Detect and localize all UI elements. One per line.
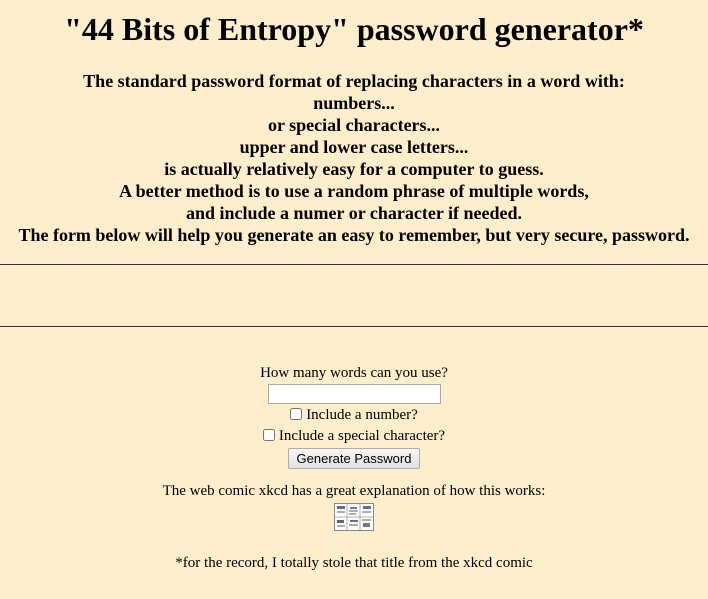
xkcd-explanation-text: The web comic xkcd has a great explanati… — [162, 483, 546, 499]
intro-line: and include a numer or character if need… — [186, 203, 522, 223]
word-count-input[interactable] — [267, 384, 441, 404]
intro-line: The standard password format of replacin… — [83, 71, 625, 91]
words-label: How many words can you use? — [260, 365, 448, 381]
intro-line: upper and lower case letters... — [239, 137, 469, 157]
intro-line: or special characters... — [267, 115, 441, 135]
intro-line: The form below will help you generate an… — [18, 225, 690, 245]
intro-text: The standard password format of replacin… — [0, 70, 708, 246]
include-number-label: Include a number? — [306, 407, 418, 423]
generate-password-button[interactable]: Generate Password — [287, 448, 421, 469]
intro-line: numbers... — [313, 93, 395, 113]
include-special-checkbox[interactable] — [262, 429, 275, 441]
password-form: How many words can you use? Include a nu… — [0, 364, 708, 469]
include-special-label: Include a special character? — [278, 428, 446, 444]
page-title: "44 Bits of Entropy" password generator* — [64, 11, 644, 47]
footer-note: *for the record, I totally stole that ti… — [175, 555, 533, 571]
include-number-row: Include a number? — [0, 405, 708, 425]
page: "44 Bits of Entropy" password generator*… — [0, 0, 708, 599]
intro-line: A better method is to use a random phras… — [119, 181, 589, 201]
include-number-checkbox[interactable] — [290, 408, 303, 420]
include-special-row: Include a special character? — [0, 426, 708, 446]
divider-top — [0, 264, 708, 265]
xkcd-comic-thumbnail-icon[interactable] — [334, 503, 374, 531]
divider-bottom — [0, 326, 708, 327]
intro-line: is actually relatively easy for a comput… — [164, 159, 544, 179]
